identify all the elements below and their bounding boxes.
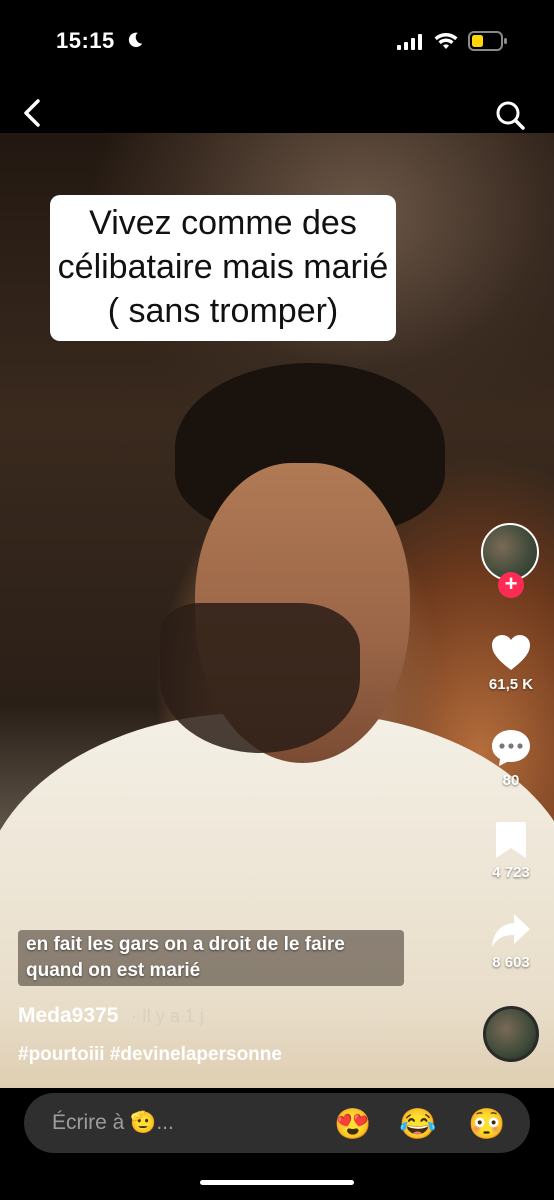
battery-icon	[468, 31, 507, 51]
follow-button[interactable]: +	[498, 572, 524, 598]
comment-button[interactable]: 80	[478, 728, 544, 789]
comment-icon	[492, 730, 530, 766]
top-nav	[0, 85, 554, 133]
like-button[interactable]: 61,5 K	[478, 634, 544, 693]
status-bar: 15:15	[0, 0, 554, 85]
share-count: 8 603	[492, 954, 530, 971]
like-count: 61,5 K	[488, 676, 534, 693]
share-arrow-icon	[492, 914, 530, 947]
comment-count: 80	[502, 772, 520, 789]
search-icon[interactable]	[494, 99, 526, 131]
moon-icon	[128, 32, 143, 48]
caption-line: célibataire mais marié	[57, 248, 389, 286]
status-time: 15:15	[56, 28, 115, 53]
comment-placeholder: Écrire à 🫡...	[52, 1111, 174, 1134]
home-indicator[interactable]	[200, 1180, 354, 1185]
emoji-tears-of-joy-button[interactable]: 😂	[399, 1109, 436, 1141]
author-row: Meda9375 · Il y a 1 j	[18, 1004, 204, 1032]
post-time: · Il y a 1 j	[130, 1006, 204, 1026]
bookmark-icon	[496, 822, 526, 858]
description-line: en fait les gars on a droit de le faire	[26, 934, 345, 955]
bottom-bar: Écrire à 🫡... 😍 😂 😳	[0, 1088, 554, 1200]
back-chevron-icon[interactable]	[18, 97, 46, 129]
signal-icon	[397, 34, 422, 50]
save-count: 4 723	[492, 864, 530, 881]
save-button[interactable]: 4 723	[478, 820, 544, 881]
video-subject-beard	[160, 603, 360, 753]
share-button[interactable]: 8 603	[478, 912, 544, 971]
video-caption: Vivez comme des célibataire mais marié (…	[50, 195, 396, 341]
wifi-icon	[434, 33, 458, 49]
author-username[interactable]: Meda9375	[18, 1004, 118, 1027]
caption-line: ( sans tromper)	[107, 292, 339, 330]
music-disc-icon[interactable]	[483, 1006, 539, 1062]
emoji-heart-eyes-button[interactable]: 😍	[334, 1109, 371, 1141]
caption-line: Vivez comme des	[89, 204, 357, 242]
hashtags[interactable]: #pourtoiii #devinelapersonne	[18, 1044, 282, 1066]
comment-input[interactable]: Écrire à 🫡... 😍 😂 😳	[24, 1093, 530, 1153]
description-line: quand on est marié	[26, 960, 201, 981]
emoji-flushed-button[interactable]: 😳	[468, 1109, 505, 1141]
heart-icon	[492, 635, 530, 670]
video-description[interactable]: en fait les gars on a droit de le faire …	[18, 930, 404, 986]
